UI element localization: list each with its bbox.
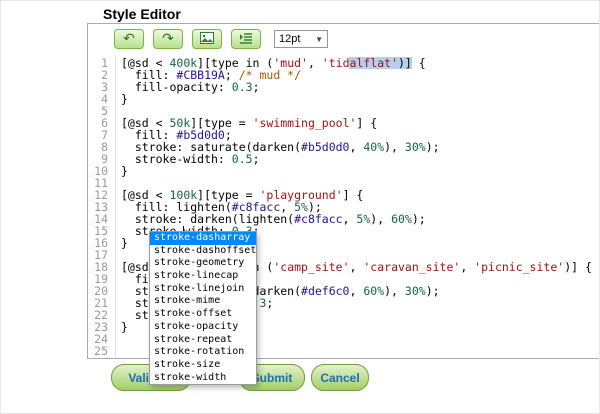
autocomplete-item[interactable]: stroke-dashoffset <box>150 245 256 258</box>
code-line[interactable]: } <box>121 93 600 105</box>
redo-button[interactable]: ↷ <box>153 29 183 49</box>
undo-button[interactable]: ↶ <box>114 29 144 49</box>
indent-button[interactable] <box>231 29 261 49</box>
cancel-button[interactable]: Cancel <box>311 364 369 391</box>
autocomplete-item[interactable]: stroke-offset <box>150 308 256 321</box>
code-line[interactable]: fill-opacity: 0.3; <box>121 81 600 93</box>
redo-icon: ↷ <box>162 32 174 46</box>
autocomplete-item[interactable]: stroke-opacity <box>150 321 256 334</box>
chevron-down-icon: ▼ <box>315 35 323 44</box>
line-number: 25 <box>88 345 115 357</box>
autocomplete-item[interactable]: stroke-size <box>150 359 256 372</box>
autocomplete-item[interactable]: stroke-repeat <box>150 334 256 347</box>
undo-icon: ↶ <box>123 32 135 46</box>
font-size-value: 12pt <box>279 33 300 45</box>
autocomplete-item[interactable]: stroke-rotation <box>150 346 256 359</box>
editor-toolbar: ↶ ↷ 12pt ▼ <box>88 24 600 54</box>
autocomplete-item[interactable]: stroke-linejoin <box>150 283 256 296</box>
page-title: Style Editor <box>103 6 181 22</box>
style-editor-screen: Style Editor ↶ ↷ 12pt ▼ <box>0 0 600 414</box>
autocomplete-item[interactable]: stroke-linecap <box>150 270 256 283</box>
autocomplete-item[interactable]: stroke-dasharray <box>150 232 256 245</box>
image-button[interactable] <box>192 29 222 49</box>
code-line[interactable]: stroke-width: 0.5; <box>121 153 600 165</box>
autocomplete-dropdown[interactable]: stroke-dasharraystroke-dashoffsetstroke-… <box>149 231 257 385</box>
image-icon <box>200 32 214 47</box>
font-size-select[interactable]: 12pt ▼ <box>274 30 328 48</box>
autocomplete-item[interactable]: stroke-mime <box>150 295 256 308</box>
line-numbers: 1234567891011121314151617181920212223242… <box>88 55 116 358</box>
autocomplete-item[interactable]: stroke-geometry <box>150 257 256 270</box>
autocomplete-item[interactable]: stroke-width <box>150 372 256 385</box>
indent-icon <box>239 32 253 47</box>
code-line[interactable]: } <box>121 165 600 177</box>
